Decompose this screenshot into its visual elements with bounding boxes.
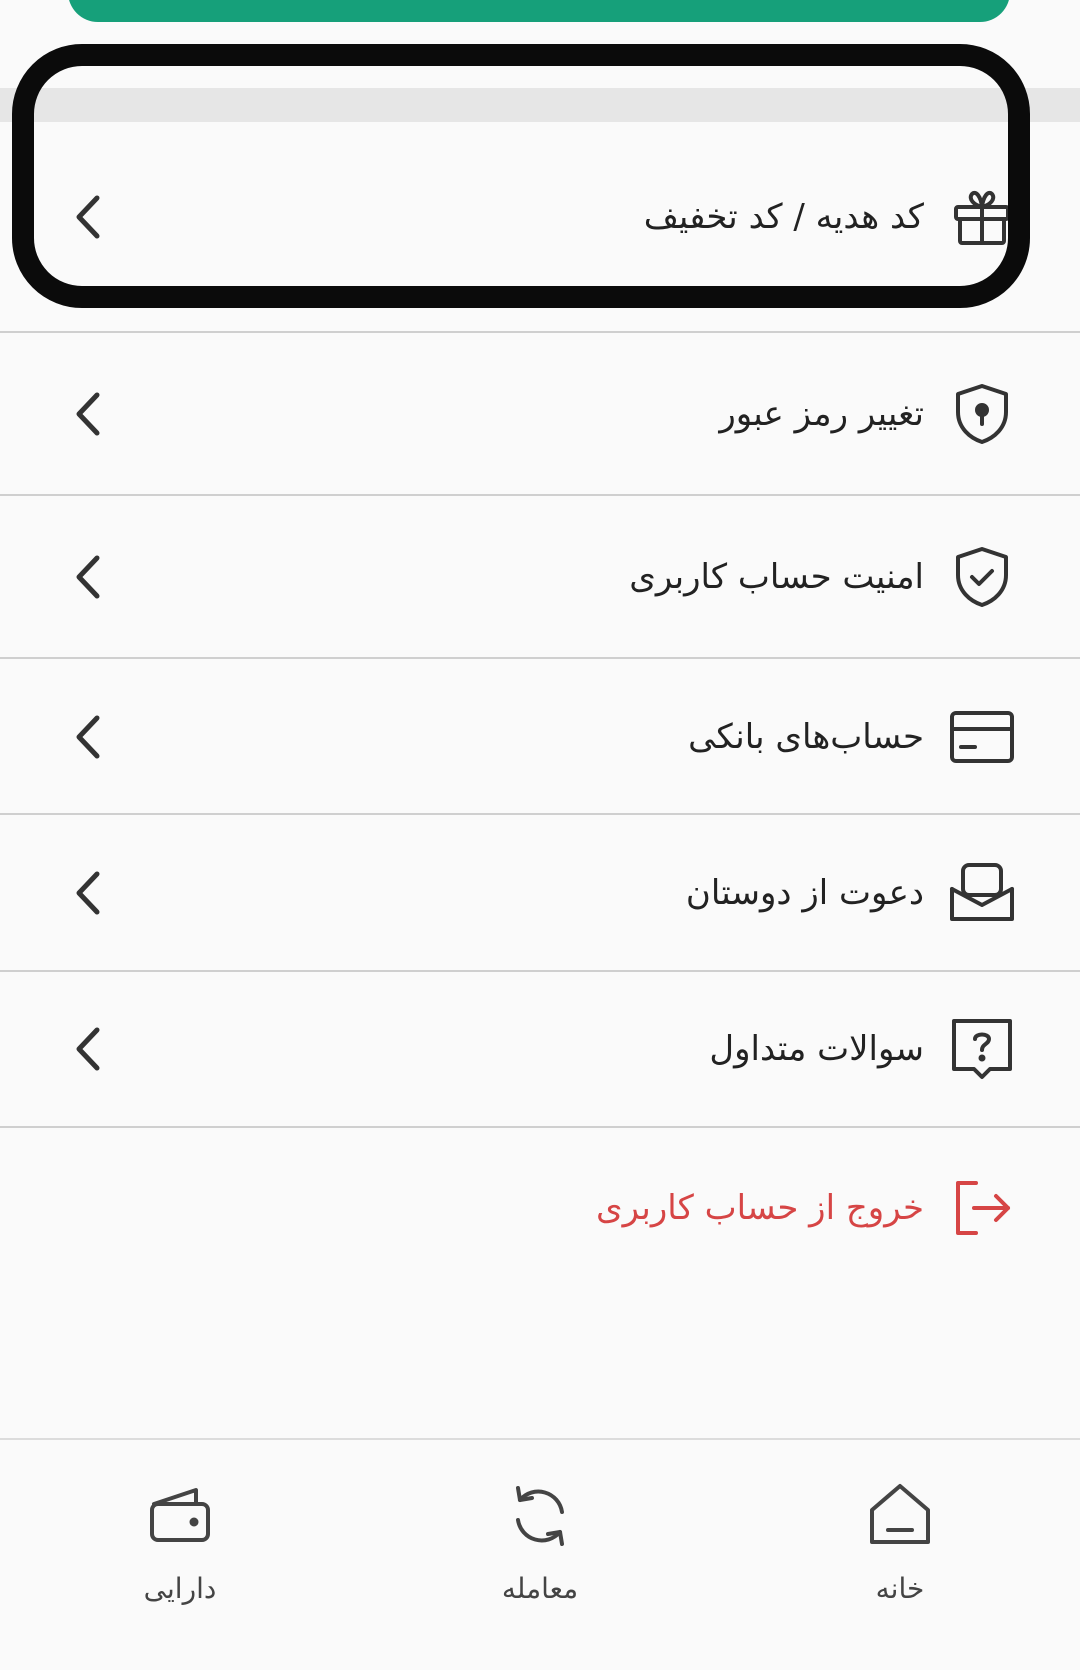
logout-button[interactable]: خروج از حساب کاربری: [0, 1128, 1080, 1288]
bottom-nav: دارایی معامله خانه: [0, 1438, 1080, 1670]
chevron-left-icon: [70, 390, 106, 438]
chevron-left-icon: [70, 713, 106, 761]
question-message-icon: [948, 1015, 1016, 1083]
menu-label-gift-code: کد هدیه / کد تخفیف: [643, 197, 924, 237]
logout-label: خروج از حساب کاربری: [596, 1188, 924, 1228]
logout-icon: [948, 1174, 1016, 1242]
section-separator: [0, 88, 1080, 122]
menu-row-change-password[interactable]: تغییر رمز عبور: [0, 331, 1080, 495]
keyhole-shield-icon: [948, 380, 1016, 448]
home-icon: [864, 1480, 936, 1552]
nav-item-home[interactable]: خانه: [810, 1480, 990, 1630]
wallet-icon: [144, 1480, 216, 1552]
menu-label-bank-accounts: حساب‌های بانکی: [688, 716, 924, 757]
menu-label-invite-friends: دعوت از دوستان: [685, 873, 924, 913]
nav-label-trade: معامله: [501, 1572, 579, 1605]
menu-label-faq: سوالات متداول: [709, 1029, 924, 1069]
top-action-button[interactable]: [68, 0, 1010, 22]
menu-label-account-security: امنیت حساب کاربری: [629, 557, 924, 597]
menu-row-invite-friends[interactable]: دعوت از دوستان: [0, 813, 1080, 971]
check-shield-icon: [948, 543, 1016, 611]
chevron-left-icon: [70, 553, 106, 601]
chevron-left-icon: [70, 193, 106, 241]
nav-label-assets: دارایی: [143, 1572, 217, 1605]
menu-row-faq[interactable]: سوالات متداول: [0, 970, 1080, 1128]
menu-row-account-security[interactable]: امنیت حساب کاربری: [0, 494, 1080, 658]
envelope-icon: [948, 859, 1016, 927]
chevron-left-icon: [70, 1025, 106, 1073]
chevron-left-icon: [70, 869, 106, 917]
menu-row-bank-accounts[interactable]: حساب‌های بانکی: [0, 657, 1080, 814]
refresh-icon: [504, 1480, 576, 1552]
bank-card-icon: [948, 703, 1016, 771]
gift-icon: [948, 183, 1016, 251]
nav-label-home: خانه: [875, 1572, 925, 1605]
nav-item-assets[interactable]: دارایی: [90, 1480, 270, 1630]
menu-label-change-password: تغییر رمز عبور: [719, 394, 924, 434]
menu-row-gift-code[interactable]: کد هدیه / کد تخفیف: [0, 122, 1080, 312]
nav-item-trade[interactable]: معامله: [450, 1480, 630, 1630]
